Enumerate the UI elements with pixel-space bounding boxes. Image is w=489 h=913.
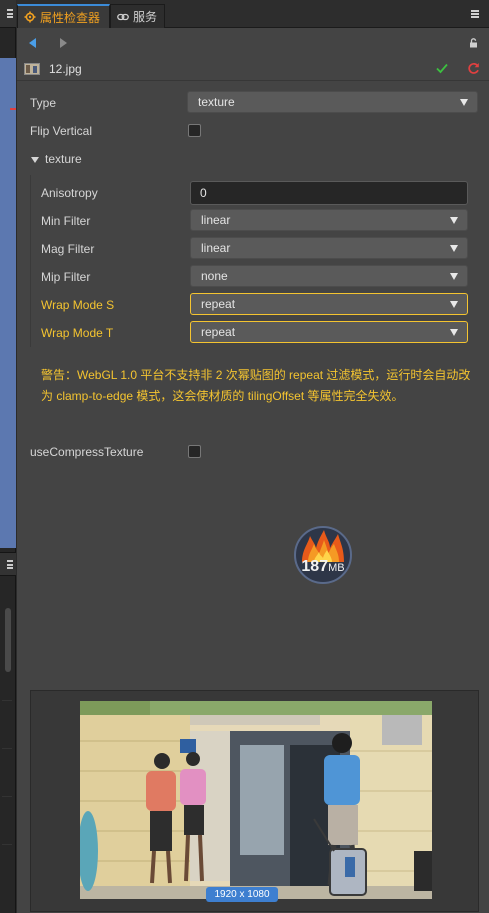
tab-inspector-label: 属性检查器 (40, 10, 101, 25)
left-panel-tab[interactable] (0, 0, 16, 28)
revert-icon[interactable] (467, 62, 480, 75)
npot-warning-message: 警告：WebGL 1.0 平台不支持非 2 次幂贴图的 repeat 过滤模式，… (41, 368, 471, 403)
flip-vertical-label: Flip Vertical (30, 124, 93, 138)
left-row-divider (2, 796, 12, 797)
back-arrow-icon[interactable] (29, 38, 36, 48)
forward-arrow-icon[interactable] (60, 38, 67, 48)
chevron-down-icon (450, 301, 458, 308)
chevron-down-icon (460, 99, 468, 106)
wrap-mode-t-select[interactable]: repeat (190, 321, 468, 343)
use-compress-texture-checkbox[interactable] (188, 445, 201, 458)
left-row-divider (2, 700, 12, 701)
wrap-mode-s-value: repeat (201, 297, 236, 311)
left-scrollbar[interactable] (5, 608, 11, 672)
mip-filter-label: Mip Filter (41, 270, 91, 284)
inspector-panel: 属性检查器 服务 12.jpg Type texture Flip Vertic… (17, 0, 489, 913)
anisotropy-label: Anisotropy (41, 186, 98, 200)
gear-icon (24, 11, 36, 23)
tab-service-label: 服务 (133, 10, 158, 24)
left-lower-menu-icon[interactable] (7, 560, 13, 569)
memory-value: 187 (301, 558, 329, 575)
min-filter-label: Min Filter (41, 214, 91, 228)
left-row-divider (2, 748, 12, 749)
anisotropy-input[interactable]: 0 (190, 181, 468, 205)
min-filter-value: linear (201, 213, 231, 227)
image-size-badge: 1920 x 1080 (206, 887, 278, 902)
memory-unit: MB (328, 562, 345, 574)
memory-usage-readout: 187MB (296, 558, 350, 576)
tab-service[interactable]: 服务 (110, 4, 165, 28)
wrap-mode-s-select[interactable]: repeat (190, 293, 468, 315)
panel-menu-icon[interactable] (471, 10, 479, 18)
texture-section-header[interactable]: texture (45, 152, 82, 166)
mag-filter-label: Mag Filter (41, 242, 95, 256)
chevron-down-icon (450, 273, 458, 280)
left-lower-tab[interactable] (0, 552, 16, 576)
chevron-down-icon (450, 245, 458, 252)
mag-filter-select[interactable]: linear (190, 237, 468, 259)
type-select[interactable]: texture (187, 91, 478, 113)
left-row-divider (2, 844, 12, 845)
apply-check-icon[interactable] (435, 61, 449, 75)
use-compress-texture-label: useCompressTexture (30, 445, 144, 459)
lock-icon[interactable] (469, 37, 479, 48)
left-panel-strip (0, 0, 16, 913)
image-file-icon (24, 63, 40, 75)
chevron-down-icon (450, 329, 458, 336)
tab-bar: 属性检查器 服务 (17, 0, 489, 28)
asset-header: 12.jpg (17, 57, 489, 81)
wrap-mode-t-label: Wrap Mode T (41, 326, 114, 340)
scene-marker (10, 108, 16, 110)
chevron-down-icon (450, 217, 458, 224)
flip-vertical-checkbox[interactable] (188, 124, 201, 137)
wrap-mode-s-label: Wrap Mode S (41, 298, 115, 312)
link-icon (117, 11, 129, 23)
memory-usage-badge: 187MB (294, 526, 352, 584)
asset-file-name: 12.jpg (49, 62, 82, 76)
type-select-value: texture (198, 95, 235, 109)
type-label: Type (30, 96, 57, 110)
history-nav (17, 29, 489, 57)
mip-filter-select[interactable]: none (190, 265, 468, 287)
mip-filter-value: none (201, 269, 228, 283)
mag-filter-value: linear (201, 241, 231, 255)
left-panel-menu-icon[interactable] (7, 9, 13, 18)
tab-inspector[interactable]: 属性检查器 (17, 4, 110, 28)
min-filter-select[interactable]: linear (190, 209, 468, 231)
preview-image (80, 701, 432, 899)
wrap-mode-t-value: repeat (201, 325, 236, 339)
collapse-arrow-icon[interactable] (31, 157, 39, 163)
texture-preview (30, 690, 479, 912)
scene-view-strip[interactable] (0, 58, 16, 548)
